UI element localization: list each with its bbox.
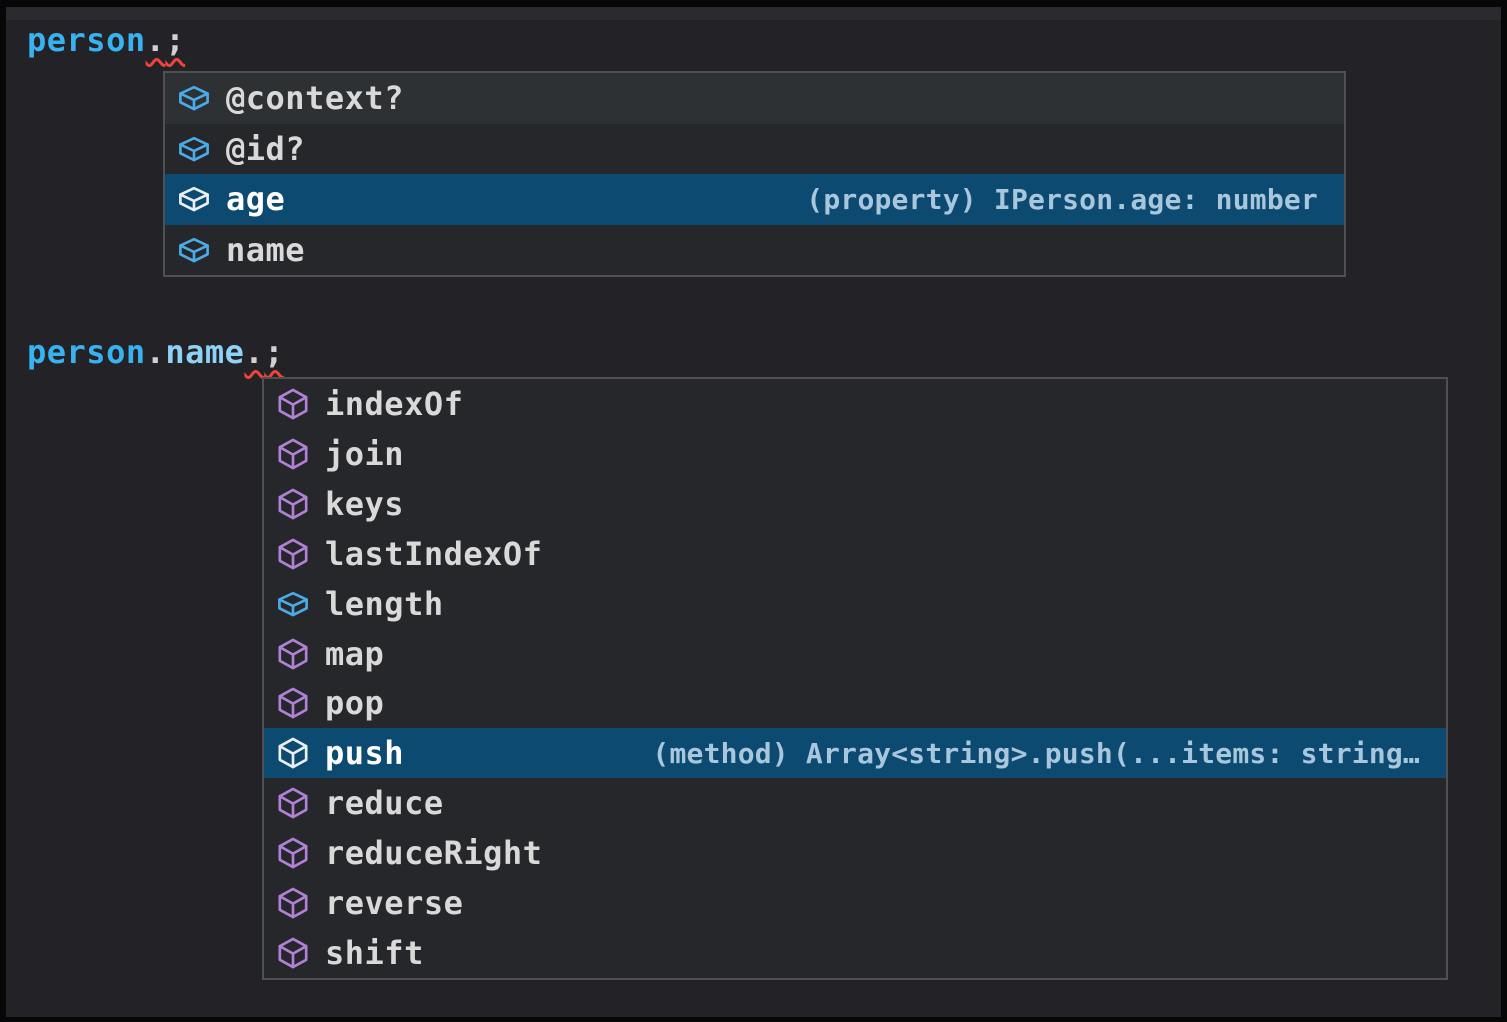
suggestion-label: @context? [226,79,404,117]
suggestion-label: shift [325,934,424,972]
method-icon [276,836,310,870]
suggestion-item[interactable]: join [264,429,1446,479]
field-icon [177,182,211,216]
code-token-punct: . [146,333,166,371]
suggestion-label: map [325,635,384,673]
method-icon [276,686,310,720]
suggestion-item[interactable]: name [165,225,1344,276]
suggestion-label: reduce [325,784,444,822]
code-token-variable: person [27,21,146,59]
suggestion-detail: (property) IPerson.age: number [806,183,1318,216]
method-icon [276,387,310,421]
suggest-widget-name: indexOf join keys lastIndexOf length map pop pu… [262,377,1448,980]
editor-top-strip [6,7,1501,20]
suggestion-item[interactable]: reduceRight [264,828,1446,878]
suggestion-item[interactable]: @context? [165,73,1344,124]
suggestion-detail: (method) Array<string>.push(...items: st… [652,737,1420,770]
suggestion-item[interactable]: map [264,629,1446,679]
suggestion-item[interactable]: age (property) IPerson.age: number [165,174,1344,225]
field-icon [177,233,211,267]
suggestion-label: reduceRight [325,834,542,872]
suggest-widget-person: @context? @id? age (property) IPerson.age: … [163,71,1346,277]
suggestion-label: keys [325,485,404,523]
code-token-error: . [146,21,166,59]
suggestion-label: pop [325,684,384,722]
field-icon [276,587,310,621]
suggestion-item[interactable]: indexOf [264,379,1446,429]
code-line-2[interactable]: person.name.; [27,332,284,372]
code-token-variable: person [27,333,146,371]
suggestion-label: length [325,585,444,623]
method-icon [276,736,310,770]
suggestion-item[interactable]: push (method) Array<string>.push(...items… [264,728,1446,778]
method-icon [276,886,310,920]
suggestion-item[interactable]: reverse [264,878,1446,928]
suggestion-item[interactable]: @id? [165,124,1344,175]
suggestion-item[interactable]: reduce [264,778,1446,828]
suggestion-label: @id? [226,130,305,168]
method-icon [276,936,310,970]
field-icon [177,132,211,166]
method-icon [276,637,310,671]
suggestion-item[interactable]: lastIndexOf [264,529,1446,579]
suggestion-item[interactable]: pop [264,679,1446,729]
suggestion-label: age [226,180,285,218]
suggestion-item[interactable]: shift [264,928,1446,978]
code-token-error: ; [264,333,284,371]
code-token-property: name [165,333,244,371]
suggestion-label: join [325,435,404,473]
code-token-error: ; [165,21,185,59]
method-icon [276,537,310,571]
suggestion-label: indexOf [325,385,463,423]
suggestion-item[interactable]: length [264,579,1446,629]
method-icon [276,786,310,820]
method-icon [276,437,310,471]
suggestion-label: reverse [325,884,463,922]
method-icon [276,487,310,521]
field-icon [177,81,211,115]
suggestion-label: name [226,231,305,269]
suggestion-item[interactable]: keys [264,479,1446,529]
code-line-1[interactable]: person.; [27,20,185,60]
suggestion-label: lastIndexOf [325,535,542,573]
code-token-error: . [244,333,264,371]
suggestion-label: push [325,734,404,772]
